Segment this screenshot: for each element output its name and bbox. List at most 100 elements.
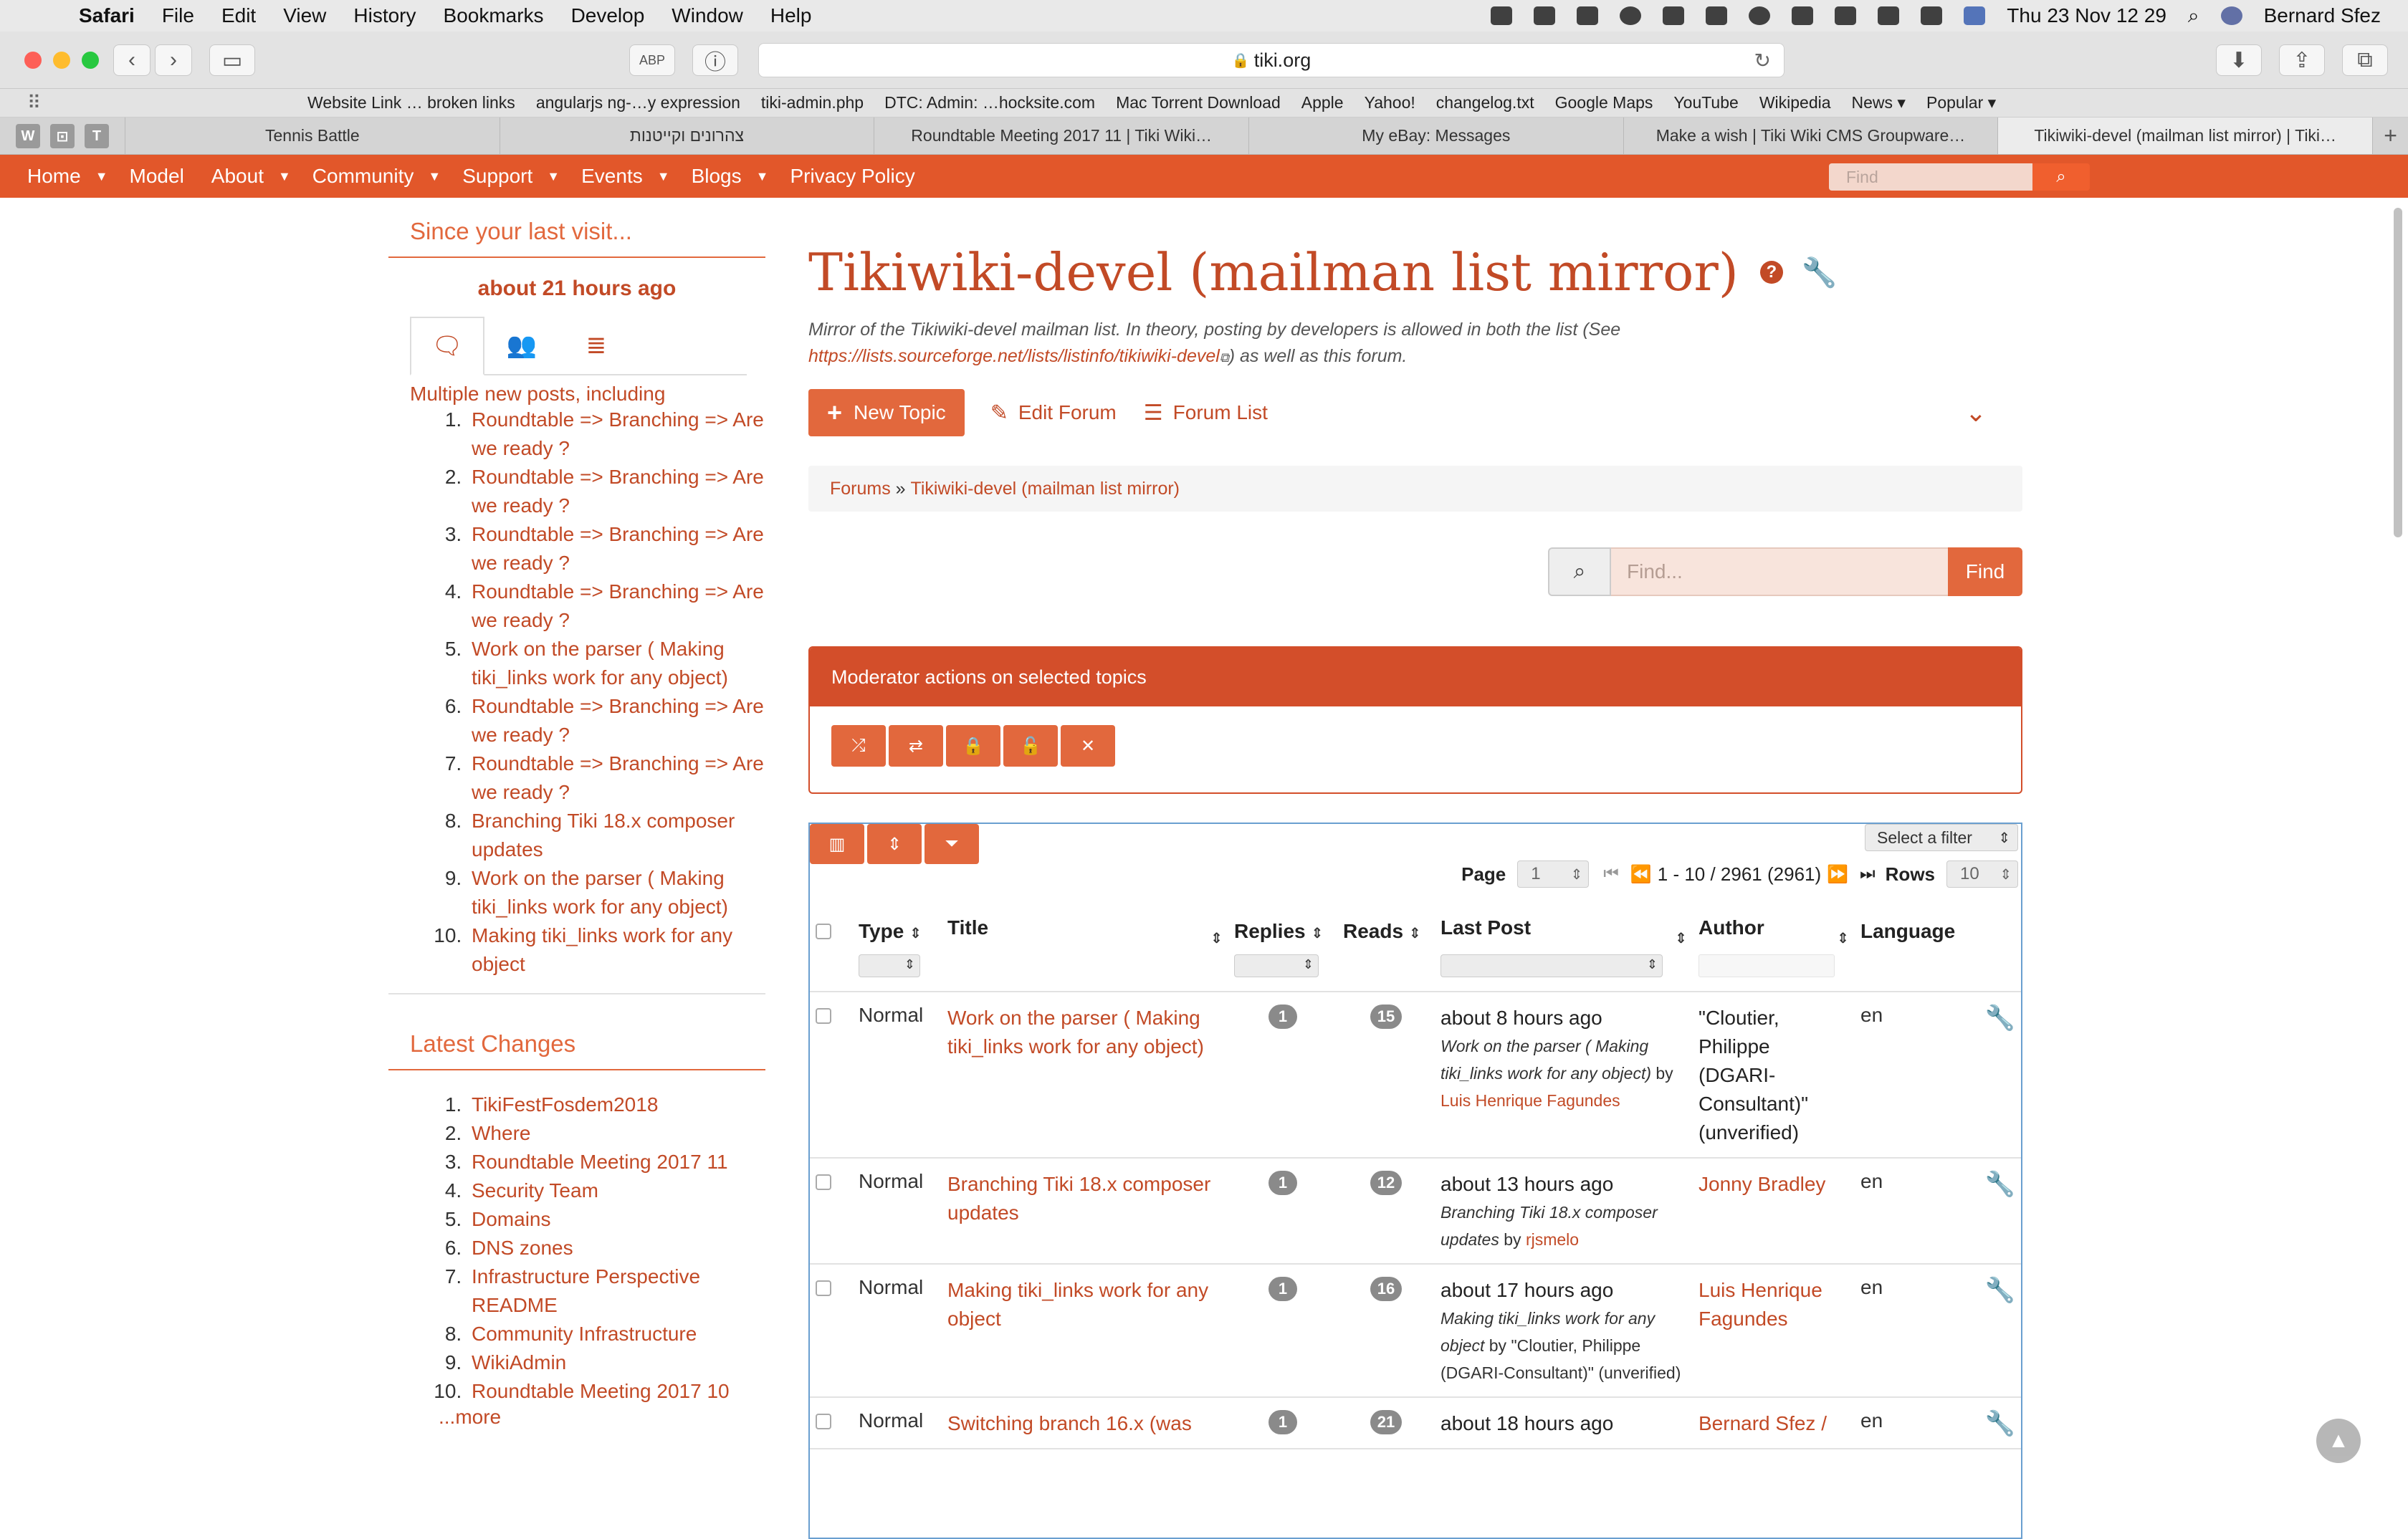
nav-privacy-policy[interactable]: Privacy Policy [790,165,914,188]
page-link[interactable]: Infrastructure Perspective README [472,1265,700,1316]
move-topics-button[interactable]: ⤮ [831,725,886,767]
menu-view[interactable]: View [283,4,326,27]
more-link[interactable]: ...more [439,1406,765,1429]
breadcrumb-current[interactable]: Tikiwiki-devel (mailman list mirror) [911,479,1180,499]
last-page-icon[interactable]: ⏭ [1860,864,1876,884]
sort-reset-button[interactable]: ⇕ [867,824,922,864]
pinned-tab[interactable]: W [16,124,40,148]
mailing-list-link[interactable]: https://lists.sourceforge.net/lists/list… [808,346,1220,366]
column-header-replies[interactable]: Replies ⇕ [1228,910,1337,953]
favorite-link[interactable]: Mac Torrent Download [1116,93,1281,112]
box-icon[interactable] [1534,6,1556,25]
column-header-author[interactable]: Author ⇕ [1693,910,1855,953]
column-header-type[interactable]: Type ⇕ [853,910,942,953]
filter-select[interactable]: Select a filter [1865,824,2018,851]
favorite-link[interactable]: Apple [1301,93,1344,112]
favorite-link[interactable]: Google Maps [1555,93,1653,112]
pinned-tab[interactable]: T [85,124,109,148]
display-icon[interactable] [1663,6,1685,25]
new-tab-button[interactable]: + [2372,118,2408,154]
help-icon[interactable]: ? [1759,261,1783,284]
post-link[interactable]: Work on the parser ( Making tiki_links w… [472,638,728,689]
topic-link[interactable]: Switching branch 16.x (was [947,1412,1192,1434]
lock-topics-button[interactable]: 🔒 [946,725,1000,767]
nav-model[interactable]: Model [130,165,184,188]
wrench-icon[interactable]: 🔧 [1802,256,1838,289]
filter-toggle-button[interactable]: ⏷ [924,824,979,864]
menu-window[interactable]: Window [672,4,743,27]
adblock-button[interactable]: ABP [629,44,675,76]
favorite-link[interactable]: Wikipedia [1759,93,1831,112]
tab[interactable]: Tennis Battle [125,118,500,154]
sidebar-toggle-button[interactable]: ▭ [209,44,255,76]
forward-button[interactable]: › [155,44,192,76]
wrench-icon[interactable]: 🔧 [1985,1005,2015,1032]
page-scrollbar[interactable] [2394,208,2402,537]
menubar-user[interactable]: Bernard Sfez [2264,4,2381,27]
post-link[interactable]: Roundtable => Branching => Are we ready … [472,695,764,746]
nav-home[interactable]: Home ▼ [27,165,130,188]
new-topic-button[interactable]: + New Topic [808,389,965,436]
address-bar[interactable]: 🔒 tiki.org ↻ [758,43,1784,77]
wrench-icon[interactable]: 🔧 [1985,1171,2015,1198]
delete-topics-button[interactable]: ✕ [1061,725,1115,767]
scroll-to-top-button[interactable]: ▲ [2316,1419,2361,1463]
favorite-link[interactable]: Website Link … broken links [307,93,515,112]
menu-edit[interactable]: Edit [221,4,256,27]
dropbox-icon[interactable] [1491,6,1513,25]
post-link[interactable]: Roundtable => Branching => Are we ready … [472,523,764,574]
first-page-icon[interactable]: ⏮ [1603,864,1619,884]
edit-forum-link[interactable]: ✎ Edit Forum [990,401,1117,426]
topic-link[interactable]: Work on the parser ( Making tiki_links w… [947,1007,1204,1058]
favorite-link[interactable]: Yahoo! [1365,93,1415,112]
row-checkbox[interactable] [816,1008,831,1024]
topic-link[interactable]: Making tiki_links work for any object [947,1279,1208,1330]
nav-blogs[interactable]: Blogs ▼ [692,165,790,188]
author-link[interactable]: Bernard Sfez / [1698,1412,1827,1434]
favorite-link[interactable]: angularjs ng-…y expression [536,93,740,112]
page-link[interactable]: Domains [472,1208,550,1230]
back-button[interactable]: ‹ [113,44,150,76]
previous-page-icon[interactable]: ⏪ [1630,864,1652,885]
location-icon[interactable] [1577,6,1599,25]
password-button[interactable]: ⓘ [692,44,738,76]
bluetooth-icon[interactable] [1792,6,1814,25]
post-link[interactable]: Roundtable => Branching => Are we ready … [472,580,764,631]
close-window-icon[interactable] [24,52,42,69]
menu-file[interactable]: File [162,4,194,27]
select-all-checkbox[interactable] [816,923,831,939]
author-link[interactable]: Luis Henrique Fagundes [1698,1279,1822,1330]
menu-history[interactable]: History [353,4,416,27]
wrench-icon[interactable]: 🔧 [1985,1277,2015,1304]
chevron-down-icon[interactable]: ⌄ [1965,398,1987,428]
minimize-window-icon[interactable] [53,52,70,69]
wifi-icon[interactable] [1835,6,1857,25]
nav-about[interactable]: About ▼ [211,165,312,188]
page-link[interactable]: DNS zones [472,1237,573,1259]
post-link[interactable]: Work on the parser ( Making tiki_links w… [472,867,728,918]
post-link[interactable]: Roundtable => Branching => Are we ready … [472,466,764,517]
last-post-user-link[interactable]: Luis Henrique Fagundes [1440,1091,1620,1110]
user-avatar-icon[interactable] [2220,6,2242,25]
favorite-link[interactable]: YouTube [1673,93,1738,112]
post-link[interactable]: Branching Tiki 18.x composer updates [472,810,735,860]
favorite-link[interactable]: tiki-admin.php [761,93,864,112]
tab[interactable]: צהרונים וקייטנות [499,118,874,154]
favorite-folder[interactable]: News ▾ [1852,93,1906,112]
page-link[interactable]: TikiFestFosdem2018 [472,1093,658,1116]
nav-support[interactable]: Support ▼ [462,165,581,188]
favorite-link[interactable]: changelog.txt [1436,93,1534,112]
favorite-link[interactable]: DTC: Admin: …hocksite.com [884,93,1095,112]
tab-users[interactable]: 👥 [484,317,559,374]
menu-bookmarks[interactable]: Bookmarks [444,4,544,27]
breadcrumb-forums[interactable]: Forums [830,479,891,499]
row-checkbox[interactable] [816,1280,831,1296]
column-header-title[interactable]: Title ⇕ [942,910,1228,953]
page-link[interactable]: Community Infrastructure [472,1323,697,1345]
tab[interactable]: Make a wish | Tiki Wiki CMS Groupware… [1623,118,1998,154]
last-post-user-link[interactable]: rjsmelo [1526,1230,1579,1249]
site-search-button[interactable]: ⌕ [2032,163,2090,191]
tab[interactable]: My eBay: Messages [1248,118,1623,154]
column-header-reads[interactable]: Reads ⇕ [1337,910,1435,953]
pinned-tab[interactable]: ⊡ [50,124,75,148]
